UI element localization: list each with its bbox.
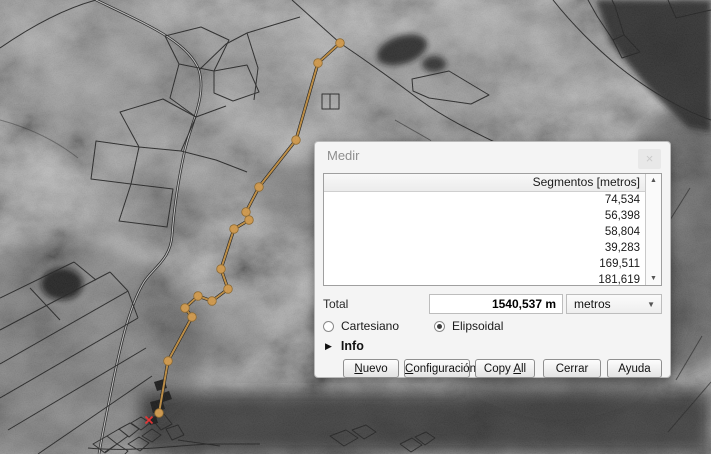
total-value-field[interactable]: 1540,537 m: [429, 294, 563, 314]
radio-icon: [323, 321, 334, 332]
copy-all-button[interactable]: Copy All: [475, 359, 535, 378]
segments-list: 74,53456,39858,80439,283169,511181,619: [324, 192, 645, 285]
scroll-up-icon[interactable]: ▲: [646, 174, 661, 187]
close-icon[interactable]: ×: [638, 149, 661, 169]
chevron-down-icon: ▼: [647, 295, 655, 314]
segment-row: 181,619: [324, 272, 645, 285]
scroll-down-icon[interactable]: ▼: [646, 272, 661, 285]
cerrar-button[interactable]: Cerrar: [543, 359, 601, 378]
ayuda-button[interactable]: Ayuda: [607, 359, 662, 378]
radio-label: Cartesiano: [341, 319, 399, 333]
measure-dialog: Medir × Segmentos [metros] 74,53456,3985…: [314, 141, 671, 378]
dialog-title[interactable]: Medir: [327, 148, 360, 163]
radio-cartesiano[interactable]: Cartesiano: [323, 319, 434, 333]
segment-row: 39,283: [324, 240, 645, 256]
configuracion-button[interactable]: Configuración: [404, 359, 470, 378]
segment-row: 56,398: [324, 208, 645, 224]
segment-row: 74,534: [324, 192, 645, 208]
scrollbar[interactable]: ▲ ▼: [645, 174, 661, 285]
unit-dropdown[interactable]: metros ▼: [566, 294, 662, 314]
expander-arrow-icon: ▶: [325, 341, 332, 352]
total-label: Total: [323, 297, 348, 311]
info-expander[interactable]: ▶ Info: [325, 338, 662, 354]
segment-row: 58,804: [324, 224, 645, 240]
info-label: Info: [341, 339, 364, 353]
radio-label: Elipsoidal: [452, 319, 503, 333]
nuevo-button[interactable]: Nuevo: [343, 359, 399, 378]
radio-icon: [434, 321, 445, 332]
segments-column-header[interactable]: Segmentos [metros]: [324, 174, 645, 192]
unit-selected: metros: [574, 297, 611, 311]
radio-elipsoidal[interactable]: Elipsoidal: [434, 319, 503, 333]
segments-table[interactable]: Segmentos [metros] 74,53456,39858,80439,…: [323, 173, 662, 286]
segment-row: 169,511: [324, 256, 645, 272]
map-canvas[interactable]: Medir × Segmentos [metros] 74,53456,3985…: [0, 0, 711, 454]
